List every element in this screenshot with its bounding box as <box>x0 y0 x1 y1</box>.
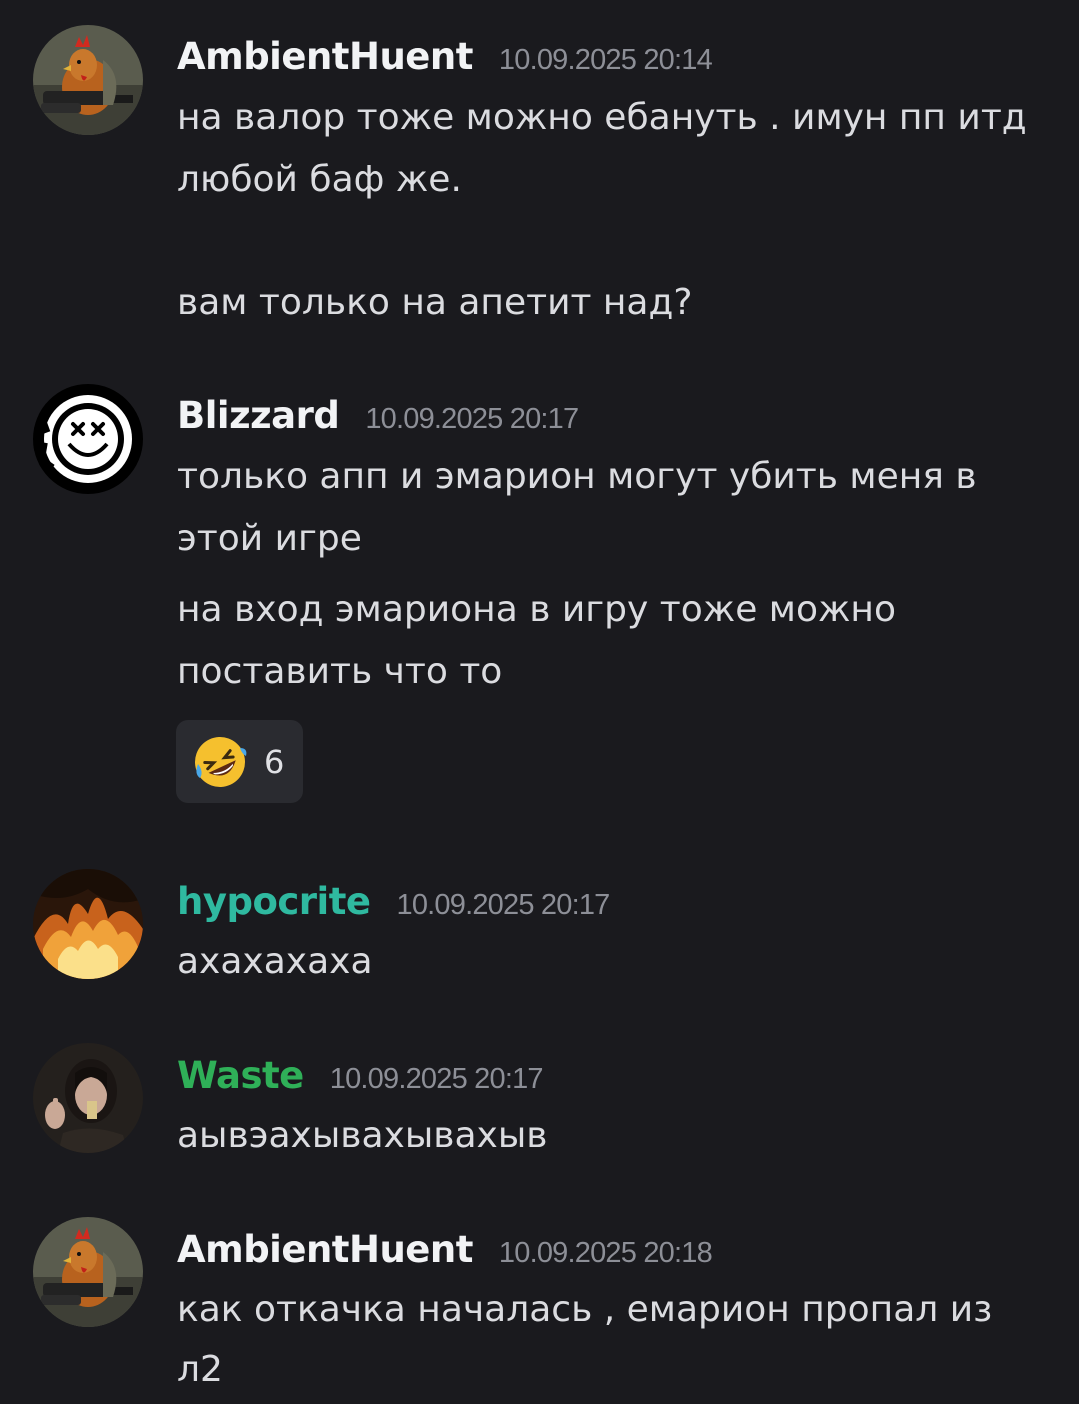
username[interactable]: AmbientHuent <box>177 1228 473 1271</box>
message-text: поставить что то <box>177 651 503 692</box>
timestamp: 10.09.2025 20:17 <box>365 403 579 435</box>
message-header: AmbientHuent 10.09.2025 20:18 <box>177 1228 713 1271</box>
rooster-avatar-icon <box>33 1217 143 1327</box>
smiley-logo-icon <box>33 384 143 494</box>
message-header: Waste 10.09.2025 20:17 <box>177 1054 544 1097</box>
message-text: любой баф же. <box>177 159 462 200</box>
user-avatar[interactable] <box>33 1043 143 1153</box>
username[interactable]: hypocrite <box>177 880 371 923</box>
girl-photo-avatar-icon <box>33 1043 143 1153</box>
message-text: этой игре <box>177 518 362 559</box>
username[interactable]: AmbientHuent <box>177 35 473 78</box>
timestamp: 10.09.2025 20:17 <box>329 1063 544 1095</box>
message-text: аывэахывахывахыв <box>177 1115 548 1156</box>
reaction-button[interactable]: 6 <box>176 720 303 803</box>
user-avatar[interactable] <box>33 1217 143 1327</box>
username[interactable]: Blizzard <box>177 394 340 437</box>
message-text: на вход эмариона в игру тоже можно <box>177 589 896 630</box>
timestamp: 10.09.2025 20:14 <box>498 44 713 76</box>
message-text: только апп и эмарион могут убить меня в <box>177 456 977 497</box>
timestamp: 10.09.2025 20:17 <box>396 889 611 921</box>
user-avatar[interactable] <box>33 869 143 979</box>
rolling-on-floor-laughing-icon <box>195 736 247 787</box>
message-text: вам только на апетит над? <box>177 282 693 323</box>
fire-avatar-icon <box>33 869 143 979</box>
reaction-count: 6 <box>264 742 285 781</box>
message-text: л2 <box>177 1349 223 1390</box>
message-header: AmbientHuent 10.09.2025 20:14 <box>177 35 713 78</box>
username[interactable]: Waste <box>177 1054 304 1097</box>
message-text: как откачка началась , емарион пропал из <box>177 1289 993 1330</box>
message-text: на валор тоже можно ебануть . имун пп ит… <box>177 97 1027 138</box>
message-header: hypocrite 10.09.2025 20:17 <box>177 880 610 923</box>
user-avatar[interactable] <box>33 384 143 494</box>
timestamp: 10.09.2025 20:18 <box>498 1237 713 1269</box>
user-avatar[interactable] <box>33 25 143 135</box>
message-text: ахахахаха <box>177 941 373 982</box>
rooster-avatar-icon <box>33 25 143 135</box>
message-header: Blizzard 10.09.2025 20:17 <box>177 394 579 437</box>
